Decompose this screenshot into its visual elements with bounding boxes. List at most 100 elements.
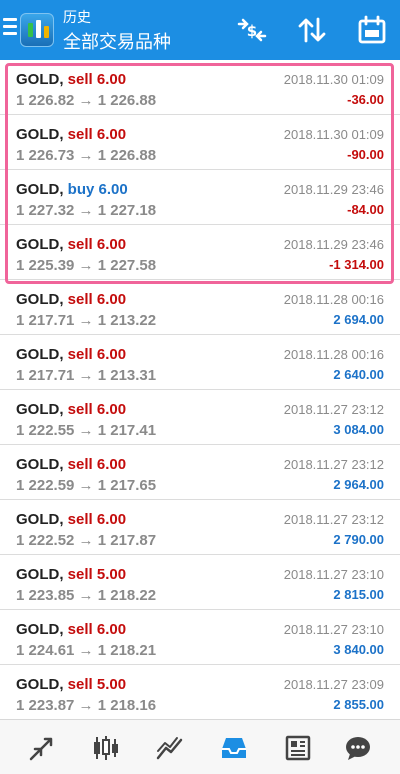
trade-profit: -84.00	[347, 202, 384, 217]
trade-title: GOLD, buy 6.00	[16, 181, 128, 198]
trade-symbol: GOLD,	[16, 346, 64, 363]
newspaper-icon	[285, 735, 311, 760]
trade-volume: 6.00	[96, 71, 127, 88]
trade-prices: 1 222.55 → 1 217.41	[16, 422, 157, 439]
trade-row[interactable]: GOLD, sell 6.00 1 224.61 → 1 218.21 2018.1…	[0, 610, 400, 665]
trade-symbol: GOLD,	[16, 181, 64, 198]
trade-prices: 1 227.32 → 1 227.18	[16, 202, 157, 219]
trade-volume: 6.00	[96, 511, 127, 528]
inbox-tray-icon	[222, 737, 246, 758]
trade-title: GOLD, sell 6.00	[16, 621, 126, 638]
trade-profit: -1 314.00	[329, 257, 384, 272]
trend-lines-icon	[156, 736, 183, 759]
trade-side: sell	[67, 401, 93, 418]
trade-side: sell	[67, 291, 93, 308]
trade-prices: 1 226.73 → 1 226.88	[16, 147, 157, 164]
trade-row[interactable]: GOLD, sell 6.00 1 222.55 → 1 217.41 2018.1…	[0, 390, 400, 445]
trade-time: 2018.11.28 00:16	[283, 292, 384, 307]
trade-side: sell	[67, 676, 93, 693]
trade-side: sell	[67, 456, 93, 473]
trade-profit: 2 790.00	[333, 532, 384, 547]
trade-time: 2018.11.29 23:46	[283, 237, 384, 252]
trade-volume: 6.00	[96, 621, 127, 638]
trade-side: buy	[67, 181, 95, 198]
currency-exchange-button[interactable]: $	[234, 12, 270, 48]
trade-volume: 6.00	[96, 456, 127, 473]
trade-prices: 1 223.87 → 1 218.16	[16, 697, 157, 714]
quotes-arrows-icon	[29, 737, 53, 760]
trade-title: GOLD, sell 6.00	[16, 236, 126, 253]
trade-side: sell	[67, 346, 93, 363]
trade-profit: 2 640.00	[333, 367, 384, 382]
trade-profit: 2 855.00	[333, 697, 384, 712]
trade-prices: 1 226.82 → 1 226.88	[16, 92, 157, 109]
trade-prices: 1 222.52 → 1 217.87	[16, 532, 157, 549]
menu-icon[interactable]	[3, 18, 17, 42]
app-header: 历史 全部交易品种 $	[0, 0, 400, 60]
trade-prices: 1 217.71 → 1 213.31	[16, 367, 157, 384]
nav-trade[interactable]	[138, 720, 202, 774]
trade-symbol: GOLD,	[16, 291, 64, 308]
trade-time: 2018.11.30 01:09	[283, 127, 384, 142]
trade-profit: 2 815.00	[333, 587, 384, 602]
sort-button[interactable]	[294, 12, 330, 48]
trade-symbol: GOLD,	[16, 401, 64, 418]
currency-exchange-icon: $	[237, 18, 267, 42]
trade-row[interactable]: GOLD, sell 5.00 1 223.85 → 1 218.22 2018.1…	[0, 555, 400, 610]
trade-row[interactable]: GOLD, sell 6.00 1 217.71 → 1 213.22 2018.1…	[0, 280, 400, 335]
trade-symbol: GOLD,	[16, 456, 64, 473]
trade-profit: 2 964.00	[333, 477, 384, 492]
page-title: 历史	[63, 10, 91, 26]
trade-time: 2018.11.28 00:16	[283, 347, 384, 362]
trade-symbol: GOLD,	[16, 676, 64, 693]
trade-title: GOLD, sell 6.00	[16, 126, 126, 143]
trade-time: 2018.11.30 01:09	[283, 72, 384, 87]
trade-side: sell	[67, 126, 93, 143]
trade-row[interactable]: GOLD, sell 6.00 1 225.39 → 1 227.58 2018.1…	[0, 225, 400, 280]
symbol-filter[interactable]: 全部交易品种	[63, 28, 171, 54]
trade-row[interactable]: GOLD, buy 6.00 1 227.32 → 1 227.18 2018.11…	[0, 170, 400, 225]
trade-row[interactable]: GOLD, sell 6.00 1 226.82 → 1 226.88 2018.1…	[0, 60, 400, 115]
calendar-button[interactable]	[354, 12, 390, 48]
trade-side: sell	[67, 566, 93, 583]
trade-prices: 1 225.39 → 1 227.58	[16, 257, 157, 274]
trade-title: GOLD, sell 6.00	[16, 71, 126, 88]
trade-title: GOLD, sell 6.00	[16, 346, 126, 363]
trade-title: GOLD, sell 5.00	[16, 566, 126, 583]
trade-profit: -36.00	[347, 92, 384, 107]
trade-time: 2018.11.27 23:10	[283, 567, 384, 582]
trade-time: 2018.11.27 23:12	[283, 457, 384, 472]
bottom-navigation	[0, 719, 400, 774]
app-logo-icon[interactable]	[20, 13, 54, 47]
nav-news[interactable]	[266, 720, 330, 774]
nav-charts[interactable]	[74, 720, 138, 774]
trade-row[interactable]: GOLD, sell 6.00 1 222.52 → 1 217.87 2018.1…	[0, 500, 400, 555]
trade-time: 2018.11.29 23:46	[283, 182, 384, 197]
trade-side: sell	[67, 621, 93, 638]
trade-volume: 6.00	[96, 401, 127, 418]
trade-volume: 6.00	[96, 126, 127, 143]
sort-icon	[298, 17, 326, 43]
nav-quotes[interactable]	[10, 720, 74, 774]
nav-chat[interactable]	[326, 720, 390, 774]
trade-side: sell	[67, 236, 93, 253]
trade-title: GOLD, sell 6.00	[16, 291, 126, 308]
trade-row[interactable]: GOLD, sell 6.00 1 222.59 → 1 217.65 2018.1…	[0, 445, 400, 500]
nav-history[interactable]	[202, 720, 266, 774]
trade-row[interactable]: GOLD, sell 6.00 1 226.73 → 1 226.88 2018.1…	[0, 115, 400, 170]
trade-profit: 3 084.00	[333, 422, 384, 437]
trade-row[interactable]: GOLD, sell 6.00 1 217.71 → 1 213.31 2018.1…	[0, 335, 400, 390]
trade-volume: 5.00	[96, 676, 127, 693]
trade-time: 2018.11.27 23:09	[283, 677, 384, 692]
candlestick-icon	[94, 735, 118, 760]
trade-time: 2018.11.27 23:12	[283, 402, 384, 417]
trade-profit: 3 840.00	[333, 642, 384, 657]
trade-profit: -90.00	[347, 147, 384, 162]
trade-symbol: GOLD,	[16, 236, 64, 253]
trade-prices: 1 217.71 → 1 213.22	[16, 312, 157, 329]
trade-side: sell	[67, 511, 93, 528]
trade-volume: 6.00	[98, 181, 128, 198]
trade-row[interactable]: GOLD, sell 5.00 1 223.87 → 1 218.16 2018.1…	[0, 665, 400, 720]
trade-prices: 1 223.85 → 1 218.22	[16, 587, 157, 604]
trade-title: GOLD, sell 5.00	[16, 676, 126, 693]
